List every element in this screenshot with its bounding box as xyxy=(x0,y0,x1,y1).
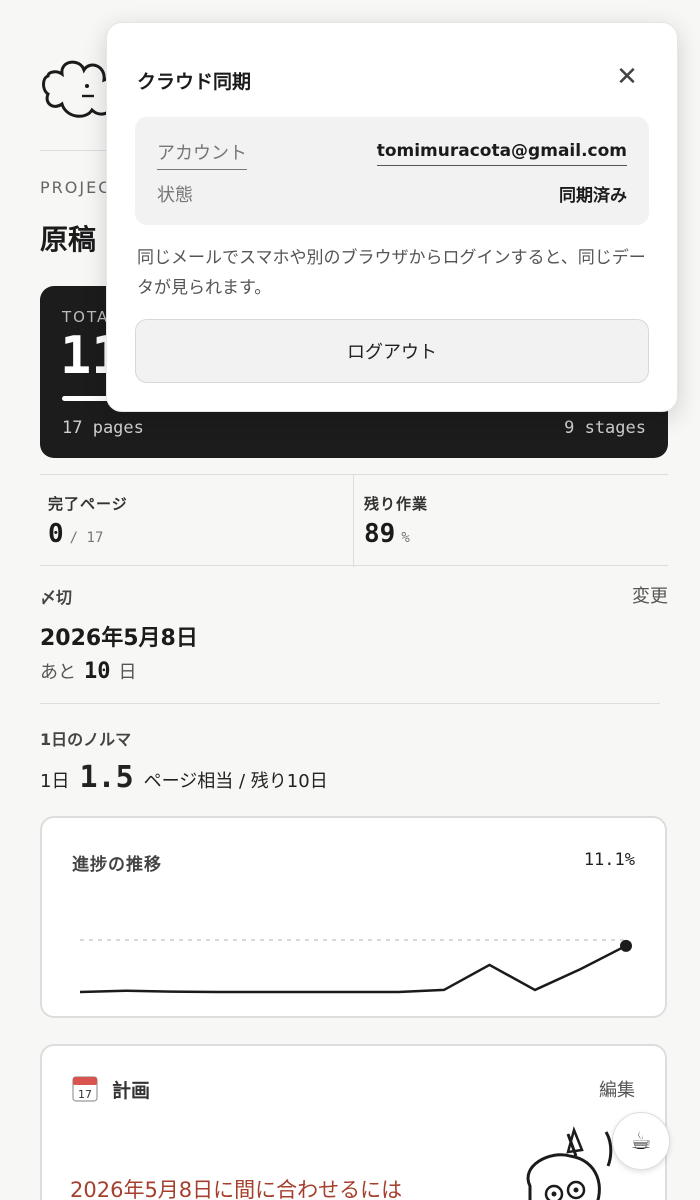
deadline-change-link[interactable]: 変更 xyxy=(632,582,668,608)
account-label: アカウント xyxy=(157,139,247,170)
completed-value: 0 xyxy=(48,519,64,549)
coffee-button[interactable]: ☕ xyxy=(612,1112,670,1170)
completed-unit: / 17 xyxy=(69,530,104,546)
mascot-illustration xyxy=(526,1126,613,1200)
quota-value: 1.5 xyxy=(79,760,134,795)
total-stages: 9 stages xyxy=(564,418,646,438)
remain-days: 10 xyxy=(84,659,111,684)
status-value: 同期済み xyxy=(559,186,627,206)
chart-percent: 11.1% xyxy=(583,850,635,870)
progress-chart-card: 進捗の推移 11.1% xyxy=(40,816,667,1018)
quota-suffix: ページ相当 / 残り10日 xyxy=(143,771,328,792)
remaining-value: 89 xyxy=(364,519,396,549)
deadline-label: 〆切 xyxy=(40,588,73,607)
coffee-icon: ☕ xyxy=(630,1127,652,1155)
plan-title: 計画 xyxy=(112,1080,151,1102)
account-info-box: アカウント tomimuracota@gmail.com 状態 同期済み xyxy=(135,117,649,225)
progress-line-chart xyxy=(79,939,632,994)
modal-description: 同じメールでスマホや別のブラウザからログインすると、同じデータが見られます。 xyxy=(137,248,646,298)
remaining-unit: % xyxy=(401,530,410,546)
completed-label: 完了ページ xyxy=(48,495,128,513)
deadline-remaining: あと 10 日 xyxy=(40,658,137,684)
modal-title: クラウド同期 xyxy=(137,71,252,93)
remain-prefix: あと xyxy=(40,662,76,683)
plan-headline: 2026年5月8日に間に合わせるには xyxy=(70,1178,403,1200)
deadline-divider xyxy=(40,703,660,704)
chart-title: 進捗の推移 xyxy=(72,855,162,875)
stat-completed-pages: 完了ページ 0 / 17 xyxy=(40,475,354,567)
completed-value-wrap: 0 / 17 xyxy=(48,519,103,549)
remain-suffix: 日 xyxy=(118,662,137,683)
quota-prefix: 1日 xyxy=(40,771,70,792)
progress-series-line xyxy=(79,944,627,994)
daily-quota: 1日 1.5 ページ相当 / 残り10日 xyxy=(40,760,328,795)
plan-edit-link[interactable]: 編集 xyxy=(599,1076,635,1102)
logout-button[interactable]: ログアウト xyxy=(135,319,649,383)
remaining-label: 残り作業 xyxy=(364,495,429,513)
calendar-day: 17 xyxy=(78,1088,92,1101)
stats-row: 完了ページ 0 / 17 残り作業 89% xyxy=(40,474,668,567)
status-label: 状態 xyxy=(157,185,193,206)
calendar-icon: 17 xyxy=(72,1076,98,1102)
plan-card: 17 計画 編集 2026年5月8日に間に合わせるには xyxy=(40,1044,667,1200)
stat-remaining-work: 残り作業 89% xyxy=(356,475,668,567)
daily-quota-label: 1日のノルマ xyxy=(40,730,132,749)
total-pages: 17 pages xyxy=(62,418,144,438)
deadline-date: 2026年5月8日 xyxy=(40,626,198,651)
cloud-sync-modal: クラウド同期 ✕ アカウント tomimuracota@gmail.com 状態… xyxy=(106,22,678,412)
progress-latest-point xyxy=(620,939,632,952)
project-title: 原稿 xyxy=(40,223,97,256)
close-icon[interactable]: ✕ xyxy=(613,62,641,92)
account-email[interactable]: tomimuracota@gmail.com xyxy=(376,141,627,166)
remaining-value-wrap: 89% xyxy=(364,519,410,549)
